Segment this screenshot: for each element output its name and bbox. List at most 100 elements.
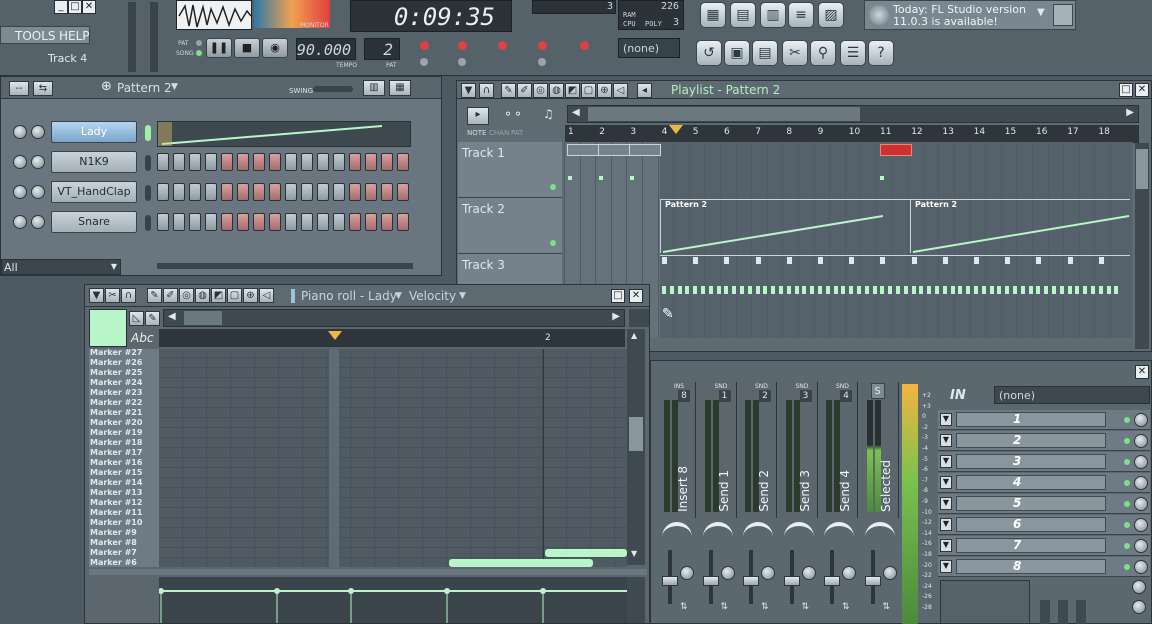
draw-tool-icon[interactable]: ✎ (501, 83, 516, 98)
step-button[interactable] (381, 183, 393, 201)
hint-download-icon[interactable] (1053, 4, 1073, 26)
graph-editor-icon[interactable]: ▥ (363, 80, 385, 96)
channel-pan-knob[interactable] (13, 185, 27, 199)
group-filter-icon[interactable]: ⇆ (33, 81, 53, 96)
step-button[interactable] (317, 183, 329, 201)
playlist-clip[interactable] (598, 144, 630, 156)
marker-label[interactable]: Marker #25 (90, 368, 156, 378)
typing-kb-led[interactable] (420, 58, 428, 66)
swap-icon[interactable]: ⇅ (883, 602, 891, 612)
channel-volume-knob[interactable] (31, 125, 45, 139)
slot-menu-icon[interactable]: ▼ (940, 497, 952, 510)
marker-label[interactable]: Marker #21 (90, 408, 156, 418)
step-button[interactable] (173, 213, 185, 231)
step-sequencer-icon[interactable]: ▤ (730, 2, 756, 28)
step-button[interactable] (365, 213, 377, 231)
step-seq-scrollbar[interactable] (157, 263, 413, 269)
step-button[interactable] (269, 213, 281, 231)
playlist-options-icon[interactable]: ▼ (461, 83, 476, 98)
marker-label[interactable]: Marker #22 (90, 398, 156, 408)
marker-label[interactable]: Marker #6 (90, 558, 156, 568)
output-knob[interactable] (1132, 580, 1146, 594)
pan-knob[interactable] (743, 522, 773, 544)
swap-icon[interactable]: ⇅ (761, 602, 769, 612)
snap-icon[interactable]: ◂ (637, 83, 652, 98)
step-button[interactable] (365, 183, 377, 201)
marker-label[interactable]: Marker #19 (90, 428, 156, 438)
step-button[interactable] (301, 213, 313, 231)
insert-slot[interactable]: ▼ 6 (938, 515, 1150, 535)
swap-icon[interactable]: ⇅ (842, 602, 850, 612)
step-seq-pattern-name[interactable]: Pattern 2 (117, 81, 172, 95)
note[interactable] (545, 549, 627, 557)
step-button[interactable] (269, 153, 281, 171)
step-button[interactable] (349, 153, 361, 171)
step-button[interactable] (237, 213, 249, 231)
marker-label[interactable]: Marker #16 (90, 458, 156, 468)
volume-fader[interactable] (743, 576, 759, 586)
velocity-dropdown-icon[interactable]: ▼ (459, 291, 466, 301)
channel-volume-knob[interactable] (31, 215, 45, 229)
event-editor-scroll[interactable] (627, 577, 645, 623)
render-icon[interactable]: ▤ (752, 40, 778, 66)
pr-magnet-icon[interactable]: ∩ (121, 288, 136, 303)
step-button[interactable] (237, 183, 249, 201)
piano-keys-icon[interactable]: ▥ (760, 2, 786, 28)
fx-knob[interactable] (1040, 600, 1050, 624)
pattern-add-icon[interactable]: ⊕ (101, 79, 112, 94)
record-button[interactable]: ◉ (262, 38, 288, 58)
pan-knob[interactable] (662, 522, 692, 544)
step-button[interactable] (317, 213, 329, 231)
pr-draw-icon[interactable]: ✎ (147, 288, 162, 303)
step-button[interactable] (285, 153, 297, 171)
loop-record-led[interactable] (538, 41, 547, 50)
marker-label[interactable]: Marker #11 (90, 508, 156, 518)
insert-slot[interactable]: ▼ 8 (938, 557, 1150, 577)
pr-mute-icon[interactable]: ◍ (195, 288, 210, 303)
marker-label[interactable]: Marker #17 (90, 448, 156, 458)
channel-volume-knob[interactable] (31, 155, 45, 169)
select-tool-icon[interactable]: ▢ (581, 83, 596, 98)
playlist-vscrollbar[interactable] (1135, 143, 1149, 349)
pr-tools-icon[interactable]: ✂ (105, 288, 120, 303)
blend-led[interactable] (580, 41, 589, 50)
insert-slot[interactable]: ▼ 4 (938, 473, 1150, 493)
channel-select-led[interactable] (145, 155, 151, 171)
insert-slot[interactable]: ▼ 1 (938, 410, 1150, 430)
event-editor-divider[interactable] (89, 569, 647, 575)
channel-select-led[interactable] (145, 215, 151, 231)
swap-icon[interactable]: ⇅ (680, 602, 688, 612)
zoom-tool-icon[interactable]: ⊕ (597, 83, 612, 98)
insert-slot[interactable]: ▼ 5 (938, 494, 1150, 514)
slot-mix-knob[interactable] (1134, 539, 1148, 553)
step-button[interactable] (157, 213, 169, 231)
marker-label[interactable]: Marker #23 (90, 388, 156, 398)
slot-enable-led[interactable] (1124, 480, 1130, 486)
step-button[interactable] (381, 213, 393, 231)
playlist-audio-tab-icon[interactable]: ⚬⚬ (503, 107, 523, 121)
mixer-strip[interactable]: SND 2 Send 2 (739, 382, 777, 518)
piano-roll-maximize-button[interactable]: □ (611, 289, 625, 303)
keyboard-editor-icon[interactable]: ▦ (389, 80, 411, 96)
master-volume-slider[interactable] (128, 2, 136, 72)
pr-vscrollbar[interactable]: ▲ ▼ (627, 329, 645, 565)
fx-knob[interactable] (1058, 600, 1068, 624)
wait-led[interactable] (458, 58, 466, 66)
hint-dropdown-icon[interactable]: ▼ (1037, 7, 1045, 18)
slot-enable-led[interactable] (1124, 564, 1130, 570)
piano-roll-options-icon[interactable]: ▼ (89, 288, 104, 303)
mixer-close-button[interactable]: ✕ (1135, 365, 1149, 379)
slot-menu-icon[interactable]: ▼ (940, 539, 952, 552)
fx-knob[interactable] (1076, 600, 1086, 624)
piano-roll-window-icon[interactable]: ▦ (700, 2, 726, 28)
playlist-pattern-tab-icon[interactable]: ▸ (467, 107, 489, 125)
stop-button[interactable]: ■ (234, 38, 260, 58)
marker-label[interactable]: Marker #7 (90, 548, 156, 558)
playback-tool-icon[interactable]: ◁ (613, 83, 628, 98)
step-button[interactable] (173, 183, 185, 201)
slot-menu-icon[interactable]: ▼ (940, 476, 952, 489)
channel-pan-knob[interactable] (13, 125, 27, 139)
pr-zoom-icon[interactable]: ⊕ (243, 288, 258, 303)
channel-select-led[interactable] (145, 125, 151, 141)
pat-mode-led[interactable] (196, 40, 202, 46)
